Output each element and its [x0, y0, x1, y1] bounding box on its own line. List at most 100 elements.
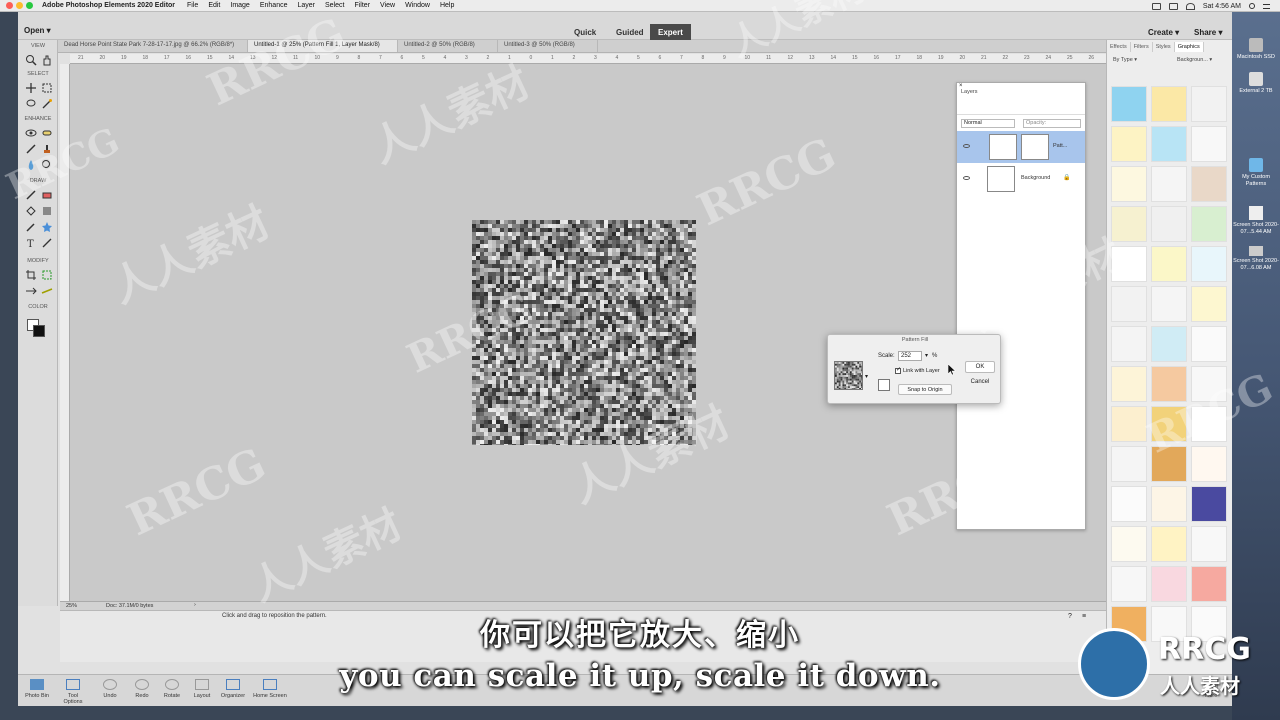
- graphic-swatch[interactable]: [1151, 246, 1187, 282]
- doc-tab-3[interactable]: Untitled-2 @ 50% (RGB/8): [398, 40, 498, 52]
- desktop-icon-disk[interactable]: Macintosh SSD: [1232, 38, 1280, 61]
- lock-icon[interactable]: 🔒: [1063, 174, 1070, 181]
- graphic-swatch[interactable]: [1111, 486, 1147, 522]
- graphic-swatch[interactable]: [1111, 326, 1147, 362]
- snap-to-origin-button[interactable]: Snap to Origin: [898, 384, 952, 395]
- graphic-swatch[interactable]: [1191, 126, 1227, 162]
- menu-window[interactable]: Window: [405, 2, 430, 9]
- graphic-swatch[interactable]: [1191, 566, 1227, 602]
- graphic-swatch[interactable]: [1191, 86, 1227, 122]
- menu-select[interactable]: Select: [325, 2, 344, 9]
- graphic-swatch[interactable]: [1151, 206, 1187, 242]
- desktop-icon-external[interactable]: External 2 TB: [1232, 72, 1280, 95]
- layer-row-background[interactable]: Background 🔒: [957, 163, 1085, 195]
- menu-edit[interactable]: Edit: [208, 2, 220, 9]
- graphic-swatch[interactable]: [1191, 446, 1227, 482]
- graphic-swatch[interactable]: [1111, 366, 1147, 402]
- graphic-swatch[interactable]: [1151, 286, 1187, 322]
- pencil-tool-icon[interactable]: [41, 237, 53, 249]
- hand-tool-icon[interactable]: [41, 54, 53, 66]
- layer-row-pattern[interactable]: Patt...: [957, 131, 1085, 163]
- menu-clock[interactable]: Sat 4:56 AM: [1203, 3, 1241, 10]
- eye-tool-icon[interactable]: [25, 127, 37, 139]
- graphic-swatch[interactable]: [1151, 126, 1187, 162]
- ok-button[interactable]: OK: [965, 361, 995, 373]
- crop-tool-icon[interactable]: [25, 269, 37, 281]
- blur-tool-icon[interactable]: [25, 159, 37, 171]
- graphic-swatch[interactable]: [1191, 406, 1227, 442]
- menu-view[interactable]: View: [380, 2, 395, 9]
- brush-tool-icon[interactable]: [25, 189, 37, 201]
- graphic-swatch[interactable]: [1191, 326, 1227, 362]
- graphic-swatch[interactable]: [1191, 166, 1227, 202]
- close-window-icon[interactable]: [6, 2, 13, 9]
- magic-wand-tool-icon[interactable]: [41, 98, 53, 110]
- graphic-swatch[interactable]: [1191, 526, 1227, 562]
- eyedropper-icon[interactable]: [25, 221, 37, 233]
- open-button[interactable]: Open ▾: [24, 26, 51, 35]
- link-with-layer-checkbox[interactable]: Link with Layer: [895, 366, 940, 374]
- checkbox-checked-icon[interactable]: [895, 366, 901, 374]
- canvas-workspace[interactable]: [70, 64, 1107, 601]
- battery-icon[interactable]: [1168, 2, 1178, 10]
- type-tool-icon[interactable]: T: [25, 237, 37, 250]
- tab-graphics[interactable]: Graphics: [1174, 42, 1204, 52]
- tab-effects[interactable]: Effects: [1107, 42, 1131, 52]
- graphic-swatch[interactable]: [1151, 566, 1187, 602]
- tab-expert[interactable]: Expert: [650, 24, 691, 40]
- sponge-tool-icon[interactable]: [41, 159, 53, 171]
- pattern-fill-canvas[interactable]: [472, 220, 696, 445]
- blend-mode-select[interactable]: Normal: [961, 119, 1015, 128]
- zoom-level[interactable]: 25%: [66, 603, 77, 609]
- layer-mask-thumbnail[interactable]: [1021, 134, 1049, 160]
- graphic-swatch[interactable]: [1111, 126, 1147, 162]
- cancel-button[interactable]: Cancel: [965, 377, 995, 389]
- create-preset-icon[interactable]: [878, 379, 890, 391]
- shape-tool-icon[interactable]: [41, 221, 53, 233]
- layer-name[interactable]: Background: [1021, 175, 1050, 181]
- opacity-field[interactable]: Opacity:: [1023, 119, 1081, 128]
- move-tool-icon[interactable]: [25, 82, 37, 94]
- menu-help[interactable]: Help: [440, 2, 454, 9]
- status-app-icon[interactable]: [1151, 2, 1161, 10]
- graphic-swatch[interactable]: [1151, 486, 1187, 522]
- graphic-swatch[interactable]: [1191, 286, 1227, 322]
- doc-tab-2[interactable]: Untitled-1 @ 25% (Pattern Fill 1, Layer …: [248, 40, 398, 52]
- graphic-swatch[interactable]: [1151, 366, 1187, 402]
- graphic-swatch[interactable]: [1151, 446, 1187, 482]
- gradient-tool-icon[interactable]: [41, 205, 53, 217]
- smart-brush-icon[interactable]: [25, 143, 37, 155]
- desktop-icon-screenshot-2[interactable]: Screen Shot 2020-07...6.08 AM: [1232, 246, 1280, 272]
- tab-filters[interactable]: Filters: [1131, 42, 1153, 52]
- paint-bucket-icon[interactable]: [25, 205, 37, 217]
- search-icon[interactable]: [1249, 3, 1255, 9]
- zoom-tool-icon[interactable]: [25, 54, 37, 66]
- graphic-swatch[interactable]: [1111, 566, 1147, 602]
- graphic-swatch[interactable]: [1111, 286, 1147, 322]
- straighten-tool-icon[interactable]: [41, 285, 53, 297]
- menu-list-icon[interactable]: [1263, 3, 1270, 9]
- graphic-swatch[interactable]: [1111, 86, 1147, 122]
- create-button[interactable]: Create ▾: [1148, 28, 1179, 37]
- graphic-swatch[interactable]: [1151, 86, 1187, 122]
- graphic-swatch[interactable]: [1111, 406, 1147, 442]
- graphic-swatch[interactable]: [1191, 486, 1227, 522]
- recompose-tool-icon[interactable]: [41, 269, 53, 281]
- layer-name[interactable]: Patt...: [1053, 143, 1067, 149]
- doc-tab-1[interactable]: Dead Horse Point State Park 7-28-17-17.j…: [58, 40, 248, 52]
- menu-filter[interactable]: Filter: [354, 2, 370, 9]
- menu-file[interactable]: File: [187, 2, 198, 9]
- graphic-swatch[interactable]: [1111, 246, 1147, 282]
- marquee-tool-icon[interactable]: [41, 82, 53, 94]
- clone-stamp-icon[interactable]: [41, 143, 53, 155]
- graphic-swatch[interactable]: [1151, 166, 1187, 202]
- share-button[interactable]: Share ▾: [1194, 28, 1222, 37]
- graphic-swatch[interactable]: [1111, 166, 1147, 202]
- doc-tab-4[interactable]: Untitled-3 @ 50% (RGB/8): [498, 40, 598, 52]
- status-arrow-icon[interactable]: ›: [194, 602, 196, 608]
- wifi-icon[interactable]: [1185, 2, 1195, 10]
- minimize-window-icon[interactable]: [16, 2, 23, 9]
- pattern-picker-arrow-icon[interactable]: ▾: [865, 373, 868, 380]
- graphic-swatch[interactable]: [1191, 206, 1227, 242]
- desktop-icon-folder[interactable]: My Custom Patterns: [1232, 158, 1280, 188]
